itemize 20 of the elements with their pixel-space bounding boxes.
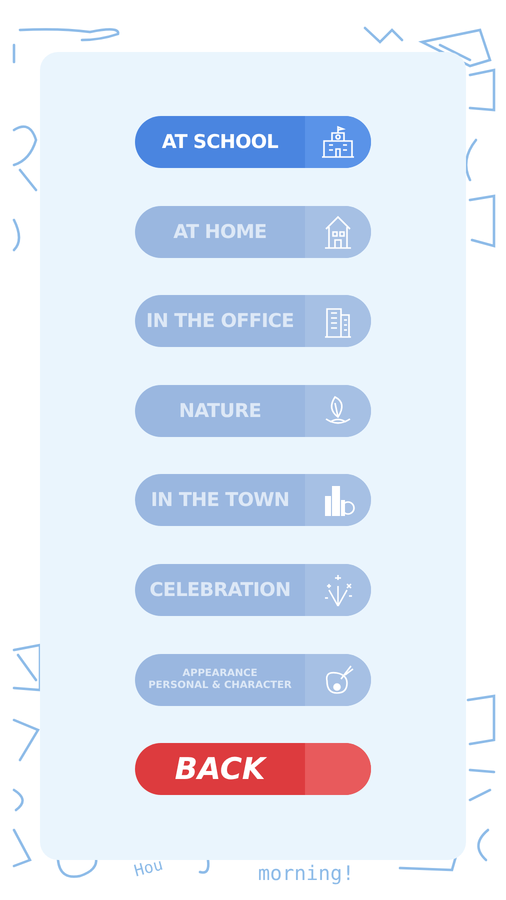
house-icon (323, 214, 353, 250)
category-button[interactable]: IN THE OFFICE (135, 295, 371, 348)
category-label: AT HOME (173, 220, 267, 243)
category-button[interactable]: CELEBRATION (135, 564, 371, 616)
category-label: CELEBRATION (150, 578, 290, 601)
doodle-text: Hou (132, 854, 165, 880)
category-button[interactable]: AT HOME (135, 206, 371, 258)
category-label: AT SCHOOL (162, 131, 278, 153)
category-label: NATURE (178, 400, 262, 422)
doodle-text: morning! (258, 861, 354, 885)
category-label: PERSONAL & CHARACTER (148, 680, 292, 692)
category-button[interactable]: APPEARANCE PERSONAL & CHARACTER (135, 654, 371, 706)
category-button[interactable]: NATURE (135, 384, 371, 437)
school-icon (320, 125, 356, 159)
category-label: APPEARANCE (182, 668, 258, 680)
category-label: IN THE TOWN (150, 489, 290, 512)
category-button[interactable]: IN THE TOWN (135, 474, 371, 526)
category-button[interactable]: AT SCHOOL (135, 116, 371, 168)
category-label: IN THE OFFICE (146, 310, 294, 332)
back-button[interactable]: BACK (135, 743, 371, 796)
